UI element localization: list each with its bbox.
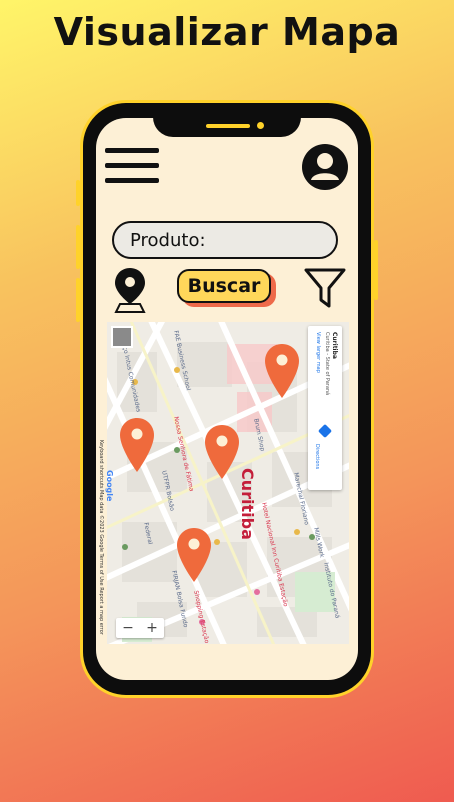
phone-side-button (374, 240, 378, 300)
phone-notch (153, 103, 301, 137)
zoom-in-button[interactable]: + (140, 620, 164, 636)
zoom-out-button[interactable]: − (116, 620, 140, 636)
map-marker[interactable] (203, 423, 241, 481)
view-larger-map-link[interactable]: View larger map (315, 332, 321, 373)
map-city-label: Curitiba (238, 468, 257, 540)
user-avatar-icon[interactable] (302, 144, 348, 190)
product-search-input[interactable]: Produto: (112, 221, 338, 259)
map-marker[interactable] (118, 416, 156, 474)
phone-camera (257, 122, 264, 129)
zoom-controls: − + (116, 618, 164, 638)
location-pin-icon[interactable] (112, 266, 148, 314)
directions-link[interactable]: Directions (314, 444, 320, 469)
info-card-title: Curitiba (331, 332, 338, 359)
filter-funnel-icon[interactable] (303, 266, 347, 310)
map-attribution: Keyboard shortcuts Map data ©2023 Google… (98, 440, 104, 635)
map-info-card[interactable]: Curitiba Curitiba - State of Paraná View… (308, 326, 342, 490)
map-marker[interactable] (263, 342, 301, 400)
phone-side-button (76, 278, 80, 322)
phone-side-button (76, 225, 80, 269)
product-field-label: Produto: (130, 229, 206, 251)
map-marker[interactable] (175, 526, 213, 584)
phone-speaker (206, 124, 250, 128)
hamburger-menu-icon[interactable] (105, 148, 159, 184)
google-logo: Google (105, 470, 114, 502)
phone-side-button (76, 180, 80, 206)
page-title: Visualizar Mapa (53, 10, 401, 54)
search-button[interactable]: Buscar (177, 269, 271, 303)
satellite-toggle[interactable] (111, 326, 133, 348)
directions-icon[interactable] (317, 423, 333, 439)
info-card-subtitle: Curitiba - State of Paraná (324, 332, 330, 396)
